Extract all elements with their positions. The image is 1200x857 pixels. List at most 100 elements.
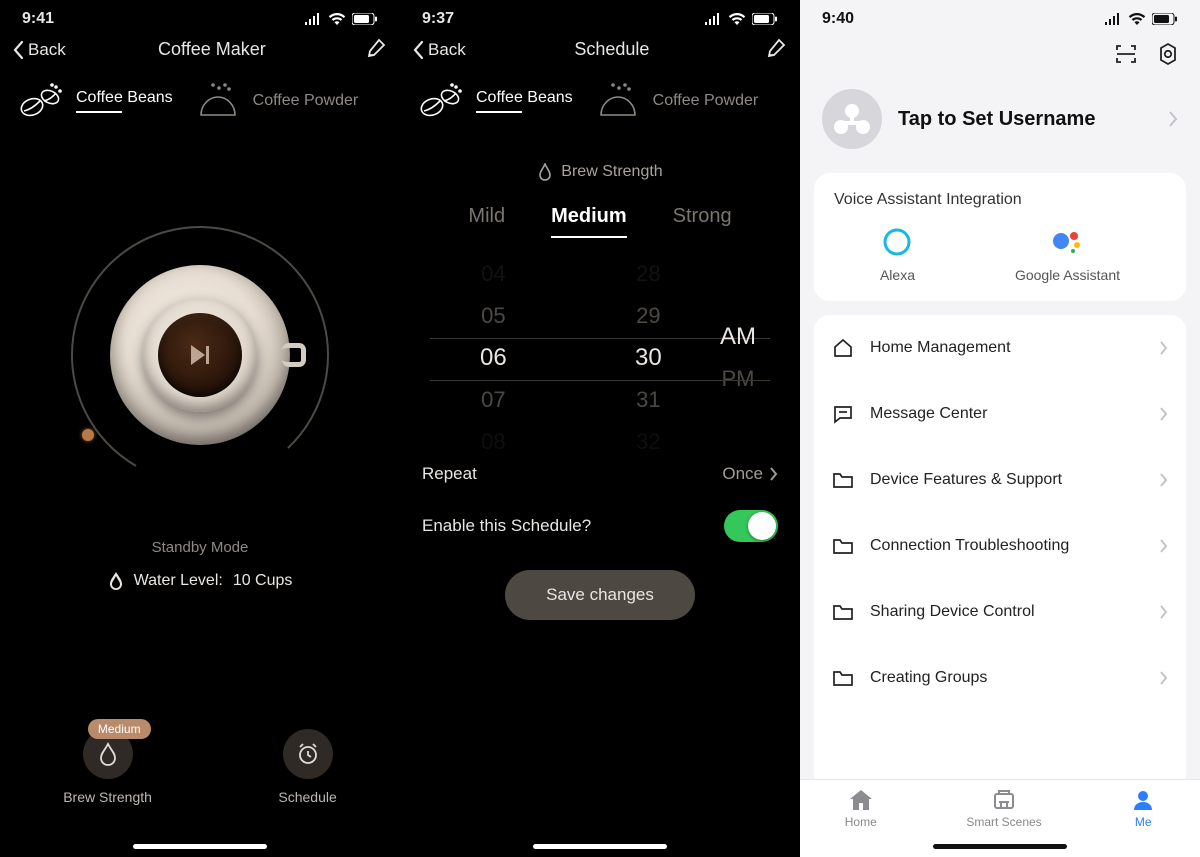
- water-drop-icon: [108, 572, 124, 590]
- brew-strength-section-title: Brew Strength: [400, 163, 800, 181]
- coffee-type-tabs: Coffee Beans Coffee Powder: [400, 73, 800, 135]
- coffee-type-tabs: Coffee Beans Coffee Powder: [0, 73, 400, 135]
- page-title: Coffee Maker: [66, 39, 358, 60]
- menu-home-management[interactable]: Home Management: [814, 315, 1186, 381]
- picker-ampm[interactable]: AM PM: [720, 268, 756, 448]
- picker-item: 05: [481, 295, 505, 337]
- strength-strong[interactable]: Strong: [673, 205, 732, 238]
- time-picker[interactable]: 04 05 06 07 08 28 29 30 31 32 AM PM: [400, 268, 800, 448]
- battery-icon: [1152, 13, 1178, 25]
- settings-button[interactable]: [1156, 42, 1180, 71]
- voice-card-title: Voice Assistant Integration: [830, 191, 1170, 209]
- back-button[interactable]: Back: [12, 40, 66, 60]
- signal-icon: [704, 13, 722, 25]
- pencil-icon: [366, 36, 388, 58]
- strength-tabs: Mild Medium Strong: [400, 205, 800, 238]
- tab-home[interactable]: Home: [845, 788, 877, 829]
- wifi-icon: [1128, 13, 1146, 25]
- dial-handle[interactable]: [82, 429, 94, 441]
- enable-label: Enable this Schedule?: [422, 516, 591, 536]
- voice-alexa-label: Alexa: [880, 267, 915, 283]
- drop-outline-icon: [537, 163, 553, 181]
- status-time: 9:37: [422, 10, 454, 28]
- scan-button[interactable]: [1114, 42, 1138, 71]
- folder-icon: [832, 470, 854, 490]
- tab-coffee-powder[interactable]: Coffee Powder: [193, 81, 359, 121]
- enable-toggle[interactable]: [724, 510, 778, 542]
- home-indicator[interactable]: [933, 844, 1067, 849]
- tab-coffee-beans[interactable]: Coffee Beans: [16, 81, 173, 121]
- folder-icon: [832, 602, 854, 622]
- voice-google-label: Google Assistant: [1015, 267, 1120, 283]
- chevron-right-icon: [769, 467, 778, 481]
- battery-icon: [752, 13, 778, 25]
- edit-button[interactable]: [758, 36, 788, 63]
- back-label: Back: [28, 40, 66, 60]
- back-button[interactable]: Back: [412, 40, 466, 60]
- save-button[interactable]: Save changes: [505, 570, 695, 620]
- strength-medium[interactable]: Medium: [551, 205, 627, 238]
- repeat-row[interactable]: Repeat Once: [400, 448, 800, 500]
- strength-mild[interactable]: Mild: [468, 205, 505, 238]
- tab-coffee-beans[interactable]: Coffee Beans: [416, 81, 573, 121]
- menu-label: Home Management: [870, 339, 1143, 357]
- avatar: [822, 89, 882, 149]
- google-assistant-icon: [1051, 227, 1083, 257]
- drop-outline-icon: [97, 742, 119, 766]
- brew-dial[interactable]: [60, 215, 340, 495]
- status-bar: 9:40: [800, 0, 1200, 32]
- menu-message-center[interactable]: Message Center: [814, 381, 1186, 447]
- water-level-row: Water Level: 10 Cups: [108, 572, 293, 590]
- tab-me[interactable]: Me: [1131, 788, 1155, 829]
- menu-creating-groups[interactable]: Creating Groups: [814, 645, 1186, 711]
- tab-coffee-powder[interactable]: Coffee Powder: [593, 81, 759, 121]
- signal-icon: [1104, 13, 1122, 25]
- picker-item-selected: 30: [635, 337, 662, 379]
- settings-list: Home Management Message Center Device Fe…: [814, 315, 1186, 857]
- brew-strength-badge: Medium: [88, 719, 151, 739]
- voice-google[interactable]: Google Assistant: [1015, 227, 1120, 283]
- picker-item: 29: [636, 295, 660, 337]
- folder-icon: [832, 536, 854, 556]
- menu-label: Connection Troubleshooting: [870, 537, 1143, 555]
- schedule-button[interactable]: [283, 729, 333, 779]
- home-indicator[interactable]: [133, 844, 267, 849]
- play-button[interactable]: [178, 333, 222, 377]
- battery-icon: [352, 13, 378, 25]
- picker-item-selected: 06: [480, 337, 507, 379]
- menu-connection-troubleshooting[interactable]: Connection Troubleshooting: [814, 513, 1186, 579]
- tab-smart-scenes[interactable]: Smart Scenes: [966, 788, 1041, 829]
- status-icons: [304, 13, 378, 25]
- picker-minutes[interactable]: 28 29 30 31 32: [635, 268, 662, 448]
- home-outline-icon: [832, 337, 854, 359]
- cup-handle-graphic: [282, 343, 306, 367]
- tab-powder-label: Coffee Powder: [253, 92, 359, 110]
- chevron-right-icon: [1159, 605, 1168, 619]
- alarm-clock-icon: [296, 742, 320, 766]
- nav-bar: Back Coffee Maker: [0, 32, 400, 73]
- schedule-action: Schedule: [278, 729, 336, 805]
- picker-item: 31: [636, 379, 660, 421]
- status-icons: [704, 13, 778, 25]
- menu-device-features[interactable]: Device Features & Support: [814, 447, 1186, 513]
- home-indicator[interactable]: [533, 844, 667, 849]
- menu-label: Sharing Device Control: [870, 603, 1143, 621]
- coffee-beans-icon: [16, 81, 66, 121]
- picker-item: PM: [722, 358, 755, 400]
- tab-scenes-label: Smart Scenes: [966, 815, 1041, 829]
- nav-bar: Back Schedule: [400, 32, 800, 73]
- picker-item-selected: AM: [720, 316, 756, 358]
- picker-hours[interactable]: 04 05 06 07 08: [480, 268, 507, 448]
- screen-schedule: 9:37 Back Schedule Coffee Beans: [400, 0, 800, 857]
- menu-sharing-device-control[interactable]: Sharing Device Control: [814, 579, 1186, 645]
- bottom-actions: Medium Brew Strength Schedule: [0, 729, 400, 857]
- voice-alexa[interactable]: Alexa: [880, 227, 915, 283]
- menu-label: Creating Groups: [870, 669, 1143, 687]
- home-icon: [848, 788, 874, 812]
- chevron-right-icon: [1159, 671, 1168, 685]
- edit-button[interactable]: [358, 36, 388, 63]
- profile-row[interactable]: Tap to Set Username: [800, 71, 1200, 173]
- status-bar: 9:41: [0, 0, 400, 32]
- folder-icon: [832, 668, 854, 688]
- picker-item: 04: [481, 253, 505, 295]
